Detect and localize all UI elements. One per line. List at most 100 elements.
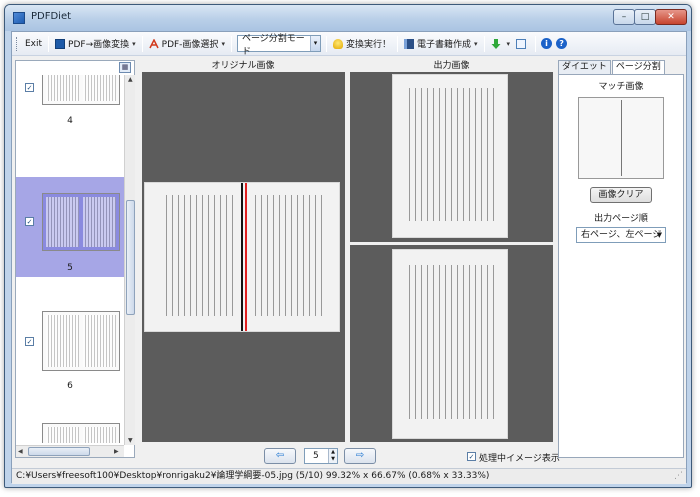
scroll-up-icon[interactable]: ▲ bbox=[128, 76, 133, 83]
pdf-to-image-label: PDF→画像変換 bbox=[68, 40, 130, 50]
chevron-down-icon: ▾ bbox=[506, 39, 511, 48]
thumbnail-number: 5 bbox=[67, 263, 73, 273]
output-image-label: 出力画像 bbox=[433, 61, 470, 71]
thumbnail-image bbox=[42, 75, 120, 105]
thumbnail-page-left bbox=[46, 197, 80, 247]
thumbnail-page-left bbox=[46, 75, 80, 101]
chevron-down-icon[interactable]: ▾ bbox=[309, 36, 320, 51]
check-image-button[interactable] bbox=[513, 35, 532, 53]
chevron-down-icon: ▾ bbox=[221, 39, 225, 48]
split-line[interactable] bbox=[245, 183, 247, 331]
toolbar-separator bbox=[230, 35, 232, 52]
close-button[interactable]: ✕ bbox=[655, 9, 687, 25]
thumbnail-horizontal-scrollbar[interactable]: ◀ ▶ bbox=[16, 445, 124, 457]
thumbnail-checkbox[interactable]: ✓ bbox=[25, 217, 34, 226]
lightbulb-icon bbox=[332, 38, 343, 49]
original-scan-image bbox=[144, 182, 340, 332]
run-conversion-button[interactable]: 変換実行！ bbox=[330, 35, 394, 53]
mode-select[interactable]: ページ分割モード ▾ bbox=[236, 34, 321, 57]
resize-grip-icon[interactable]: ⋰ bbox=[674, 469, 683, 484]
output-image-bottom[interactable] bbox=[350, 245, 553, 442]
scroll-down-icon[interactable]: ▼ bbox=[128, 437, 133, 444]
prev-page-button[interactable]: ⇦ bbox=[264, 448, 296, 464]
info-icon[interactable]: i bbox=[541, 38, 553, 49]
page-number-spinner[interactable]: 5 ▲ ▼ bbox=[304, 448, 338, 464]
horizontal-scroll-thumb[interactable] bbox=[28, 447, 90, 456]
settings-panel: ダイエット ページ分割 マッチ画像 画像クリア 出力ページ順 右ページ、左ページ… bbox=[558, 60, 684, 458]
pdf-to-image-button[interactable]: PDF→画像変換 ▾ bbox=[52, 35, 139, 53]
tab-body: マッチ画像 画像クリア 出力ページ順 右ページ、左ページ ▼ bbox=[558, 74, 684, 458]
exit-button[interactable]: Exit bbox=[22, 35, 45, 53]
download-arrow-icon bbox=[491, 38, 501, 49]
vertical-scroll-thumb[interactable] bbox=[126, 200, 135, 315]
pdf-image-select-button[interactable]: PDF-画像選択 ▾ bbox=[146, 35, 228, 53]
run-conversion-label: 変換実行！ bbox=[345, 40, 391, 50]
save-icon bbox=[55, 38, 66, 49]
scan-text bbox=[404, 87, 496, 221]
scroll-right-icon[interactable]: ▶ bbox=[114, 448, 119, 455]
ebook-create-label: 電子書籍作成 bbox=[416, 40, 471, 50]
thumbnail-checkbox[interactable]: ✓ bbox=[25, 83, 34, 92]
toolbar-separator bbox=[325, 35, 327, 52]
thumbnail-image bbox=[42, 311, 120, 371]
book-icon bbox=[403, 38, 414, 49]
settings-tabs: ダイエット ページ分割 bbox=[558, 60, 666, 75]
pdf-icon bbox=[148, 37, 159, 49]
thumbnail-item[interactable]: ✓ 6 bbox=[16, 297, 124, 397]
spin-arrows-icon[interactable]: ▲ ▼ bbox=[328, 449, 337, 463]
preview-checkbox[interactable]: ✓ bbox=[467, 452, 476, 461]
thumbnail-checkbox[interactable]: ✓ bbox=[25, 337, 34, 346]
output-page-left bbox=[392, 249, 508, 439]
thumbnail-page-right bbox=[82, 315, 116, 367]
toolbar-separator bbox=[396, 35, 398, 52]
tab-page-split[interactable]: ページ分割 bbox=[611, 60, 665, 75]
exit-label: Exit bbox=[25, 38, 43, 49]
toolbar-separator bbox=[483, 35, 485, 52]
thumbnail-item-selected[interactable]: ✓ 5 bbox=[16, 177, 124, 277]
mode-select-value: ページ分割モード bbox=[241, 33, 305, 57]
original-image-label: オリジナル画像 bbox=[211, 61, 275, 71]
toolbar-grip[interactable] bbox=[16, 36, 19, 51]
page-number-value: 5 bbox=[313, 451, 319, 461]
scroll-left-icon[interactable]: ◀ bbox=[18, 448, 23, 455]
clear-image-button[interactable]: 画像クリア bbox=[590, 187, 652, 203]
thumbnail-number: 4 bbox=[67, 116, 73, 126]
chevron-down-icon[interactable]: ▼ bbox=[657, 228, 662, 242]
checkbox-image-icon bbox=[516, 38, 527, 49]
thumbnail-item[interactable]: ✓ bbox=[16, 405, 124, 443]
output-page-right bbox=[392, 74, 508, 238]
thumbnail-page-left bbox=[46, 315, 80, 367]
download-button[interactable]: ▾ bbox=[488, 35, 514, 53]
match-image-label: マッチ画像 bbox=[598, 82, 644, 92]
minimize-button[interactable]: – bbox=[613, 9, 635, 25]
thumbnail-number: 6 bbox=[67, 381, 73, 391]
thumbnail-page-left bbox=[46, 427, 80, 443]
thumbnail-image bbox=[42, 423, 120, 443]
thumbnail-items: ✓ 4 ✓ 5 ✓ 6 ✓ bbox=[16, 75, 124, 443]
scan-text-right bbox=[249, 194, 324, 317]
help-icon[interactable]: ? bbox=[556, 38, 568, 49]
tab-diet[interactable]: ダイエット bbox=[558, 60, 611, 74]
thumbnail-vertical-scrollbar[interactable]: ▲ ▼ bbox=[124, 75, 135, 445]
ebook-create-button[interactable]: 電子書籍作成 ▾ bbox=[401, 35, 481, 53]
thumbnail-page-right bbox=[82, 75, 116, 101]
page-order-select[interactable]: 右ページ、左ページ ▼ bbox=[576, 227, 666, 243]
output-image-top[interactable] bbox=[350, 72, 553, 242]
next-page-button[interactable]: ⇨ bbox=[344, 448, 376, 464]
page-order-label: 出力ページ順 bbox=[594, 214, 648, 224]
toolbar-separator bbox=[535, 35, 537, 52]
maximize-button[interactable]: □ bbox=[634, 9, 656, 25]
toolbar-separator bbox=[141, 35, 143, 52]
original-image-panel[interactable] bbox=[142, 72, 345, 442]
title-bar[interactable]: PDFDiet – □ ✕ bbox=[5, 5, 691, 31]
status-bar: C:¥Users¥freesoft100¥Desktop¥ronrigaku2¥… bbox=[12, 468, 686, 484]
toolbar: Exit PDF→画像変換 ▾ PDF-画像選択 ▾ ページ分割モード ▾ 変換… bbox=[12, 32, 686, 57]
app-window: PDFDiet – □ ✕ Exit PDF→画像変換 ▾ PDF-画像選択 ▾ bbox=[4, 4, 692, 488]
window-title: PDFDiet bbox=[31, 11, 72, 22]
spine-shadow bbox=[241, 183, 243, 331]
grid-view-icon[interactable]: ▦ bbox=[119, 62, 131, 73]
thumbnail-page-right bbox=[82, 197, 116, 247]
thumbnail-item[interactable]: ✓ 4 bbox=[16, 75, 124, 143]
thumbnail-list[interactable]: ▦ ✓ 4 ✓ 5 ✓ 6 ✓ bbox=[15, 60, 135, 458]
chevron-down-icon: ▾ bbox=[132, 39, 136, 48]
